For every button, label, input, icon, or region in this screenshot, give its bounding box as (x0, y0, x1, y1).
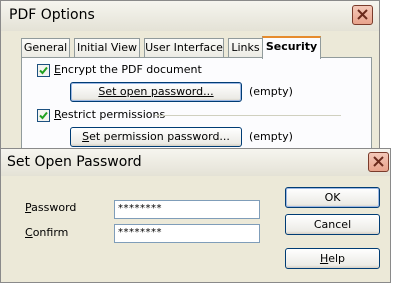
set-open-password-dialog: Set Open Password Password ******** Conf… (0, 148, 391, 283)
restrict-separator (155, 115, 341, 116)
tab-general-label: General (23, 41, 68, 54)
close-icon (357, 9, 368, 20)
set-open-password-button[interactable]: Set open password... (70, 82, 242, 102)
checkmark-icon (39, 111, 48, 120)
ok-button-label: OK (324, 191, 341, 204)
cancel-button[interactable]: Cancel (285, 214, 380, 235)
pdf-options-titlebar[interactable]: PDF Options (1, 1, 379, 31)
tab-general[interactable]: General (21, 38, 70, 58)
help-button[interactable]: Help (285, 248, 380, 269)
tab-user-interface[interactable]: User Interface (144, 38, 224, 58)
set-permission-password-label: Set permission password... (82, 130, 230, 143)
pdf-options-dialog: PDF Options General Initial View User In… (0, 0, 380, 152)
tab-user-interface-label: User Interface (145, 41, 223, 54)
close-button[interactable] (368, 152, 389, 172)
set-open-password-title: Set Open Password (7, 154, 142, 170)
close-icon (373, 156, 384, 167)
security-panel: Encrypt the PDF document Set open passwo… (21, 57, 372, 152)
set-open-password-label: Set open password... (98, 85, 214, 98)
set-open-password-titlebar[interactable]: Set Open Password (1, 149, 390, 176)
permission-password-status: (empty) (249, 130, 293, 143)
tab-security[interactable]: Security (262, 36, 321, 59)
confirm-label: Confirm (25, 226, 69, 239)
encrypt-label[interactable]: Encrypt the PDF document (54, 63, 202, 76)
tab-links-label: Links (231, 41, 260, 54)
open-password-status: (empty) (249, 85, 293, 98)
set-permission-password-button[interactable]: Set permission password... (70, 127, 242, 147)
confirm-field[interactable]: ******** (114, 224, 260, 243)
tab-security-label: Security (265, 40, 318, 53)
pdf-options-title: PDF Options (9, 7, 95, 23)
close-button[interactable] (352, 5, 373, 25)
encrypt-checkbox[interactable] (37, 64, 50, 77)
tab-links[interactable]: Links (228, 38, 263, 58)
checkmark-icon (39, 66, 48, 75)
password-field[interactable]: ******** (114, 200, 260, 219)
ok-button[interactable]: OK (285, 187, 380, 208)
cancel-button-label: Cancel (313, 218, 352, 231)
restrict-checkbox[interactable] (37, 109, 50, 122)
help-button-label: Help (319, 252, 346, 265)
tab-initial-view[interactable]: Initial View (74, 38, 140, 58)
tab-initial-view-label: Initial View (76, 41, 138, 54)
password-label: Password (25, 201, 77, 214)
restrict-label[interactable]: Restrict permissions (54, 108, 165, 121)
